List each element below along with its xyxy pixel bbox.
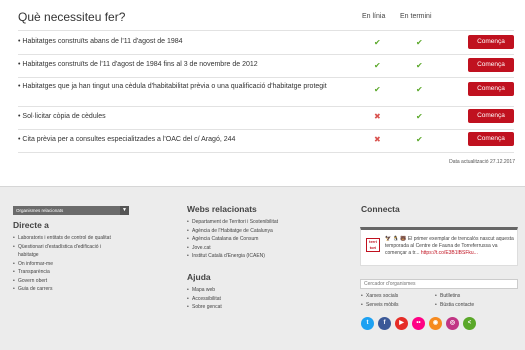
row-divider <box>18 129 514 130</box>
footer-link[interactable]: Govern obert <box>13 277 123 286</box>
footer-link[interactable]: Accessibilitat <box>187 295 307 304</box>
footer-link[interactable]: Guia de carrers <box>13 285 123 294</box>
ajuda-links: Mapa web Accessibilitat Sobre gencat <box>187 286 307 312</box>
procedures-panel: Què necessiteu fer? En línia En termini … <box>0 0 525 186</box>
footer-link[interactable]: Bústia contacte <box>435 301 505 310</box>
chevron-down-icon: ▼ <box>120 206 129 215</box>
directe-heading: Directe a <box>13 220 49 230</box>
online-cross-icon: ✖ <box>374 112 381 121</box>
flickr-icon[interactable]: •• <box>412 317 425 330</box>
organisms-search-input[interactable] <box>360 279 518 289</box>
procedure-label: • Cita prèvia per a consultes especialit… <box>18 136 236 143</box>
site-footer: Organismes relacionats ▼ Directe a Labor… <box>0 186 525 350</box>
start-button[interactable]: Comença <box>468 58 514 72</box>
twitter-feed-widget: terri tori 🦅 🐧 🐻 El primer exemplar de t… <box>360 227 518 266</box>
row-divider <box>18 77 514 78</box>
youtube-icon[interactable]: ▶ <box>395 317 408 330</box>
webs-links: Departament de Territori i Sostenibilita… <box>187 218 337 261</box>
related-organisms-select[interactable]: Organismes relacionats ▼ <box>13 206 129 215</box>
tweet-emojis: 🦅 🐧 🐻 <box>385 236 408 242</box>
row-divider <box>18 152 514 153</box>
row-divider <box>18 106 514 107</box>
last-update-date: Data actualització 27.12.2017 <box>449 159 515 165</box>
row-divider <box>18 30 514 31</box>
term-check-icon: ✔ <box>416 135 423 144</box>
footer-link[interactable]: Laboratoris i entitats de control de qua… <box>13 234 123 243</box>
facebook-icon[interactable]: f <box>378 317 391 330</box>
tweet-link[interactable]: https://t.co/E3B1lBSFku... <box>421 250 478 256</box>
connecta-links-right: Butlletins Bústia contacte <box>435 292 505 309</box>
procedure-label: • Habitatges construïts abans de l'11 d'… <box>18 38 183 45</box>
procedure-row: • Sol·licitar còpia de cèdules ✖ ✔ Comen… <box>18 109 514 126</box>
procedure-row: • Habitatges construïts de l'11 d'agost … <box>18 58 514 74</box>
procedure-row: • Cita prèvia per a consultes especialit… <box>18 132 514 149</box>
footer-link[interactable]: Mapa web <box>187 286 307 295</box>
procedure-row: • Habitatges construïts abans de l'11 d'… <box>18 35 514 51</box>
share-icon[interactable]: < <box>463 317 476 330</box>
connecta-links-left: Xarxes socials Serveis mòbils <box>361 292 431 309</box>
term-check-icon: ✔ <box>416 112 423 121</box>
online-check-icon: ✔ <box>374 85 381 94</box>
online-check-icon: ✔ <box>374 38 381 47</box>
footer-link[interactable]: Transparència <box>13 268 123 277</box>
procedure-label: • Habitatges construïts de l'11 d'agost … <box>18 61 258 68</box>
page-title: Què necessiteu fer? <box>18 10 126 24</box>
footer-link[interactable]: Qüestionari d'estadística d'edificació i… <box>13 243 123 260</box>
footer-link[interactable]: Departament de Territori i Sostenibilita… <box>187 218 337 227</box>
start-button[interactable]: Comença <box>468 82 514 96</box>
ivoox-icon[interactable]: ◉ <box>429 317 442 330</box>
connecta-heading: Connecta <box>361 204 400 214</box>
start-button[interactable]: Comença <box>468 132 514 146</box>
directe-links: Laboratoris i entitats de control de qua… <box>13 234 123 294</box>
column-header-in-term: En termini <box>400 13 432 20</box>
related-organisms-label: Organismes relacionats <box>16 208 64 213</box>
tweet-text: 🦅 🐧 🐻 El primer exemplar de trencalòs na… <box>385 236 515 257</box>
online-check-icon: ✔ <box>374 61 381 70</box>
footer-link[interactable]: Serveis mòbils <box>361 301 431 310</box>
footer-link[interactable]: Sobre gencat <box>187 303 307 312</box>
start-button[interactable]: Comença <box>468 35 514 49</box>
social-icons: t f ▶ •• ◉ ◎ < <box>361 317 476 330</box>
procedure-row: • Habitatges que ja han tingut una cèdul… <box>18 82 514 104</box>
footer-link[interactable]: Institut Català d'Energia (ICAEN) <box>187 252 337 261</box>
webs-heading: Webs relacionats <box>187 204 257 214</box>
footer-link[interactable]: Jove.cat <box>187 244 337 253</box>
term-check-icon: ✔ <box>416 61 423 70</box>
footer-link[interactable]: Xarxes socials <box>361 292 431 301</box>
column-header-online: En línia <box>362 13 386 20</box>
footer-link[interactable]: Agència de l'Habitatge de Catalunya <box>187 227 337 236</box>
instagram-icon[interactable]: ◎ <box>446 317 459 330</box>
territori-logo: terri tori <box>366 238 380 252</box>
ajuda-heading: Ajuda <box>187 272 211 282</box>
footer-link[interactable]: Agència Catalana de Consum <box>187 235 337 244</box>
footer-link[interactable]: Butlletins <box>435 292 505 301</box>
online-cross-icon: ✖ <box>374 135 381 144</box>
start-button[interactable]: Comença <box>468 109 514 123</box>
footer-link[interactable]: On informar-me <box>13 260 123 269</box>
twitter-icon[interactable]: t <box>361 317 374 330</box>
row-divider <box>18 54 514 55</box>
term-check-icon: ✔ <box>416 38 423 47</box>
procedure-label: • Sol·licitar còpia de cèdules <box>18 113 106 120</box>
term-check-icon: ✔ <box>416 85 423 94</box>
procedure-label: • Habitatges que ja han tingut una cèdul… <box>18 83 327 90</box>
